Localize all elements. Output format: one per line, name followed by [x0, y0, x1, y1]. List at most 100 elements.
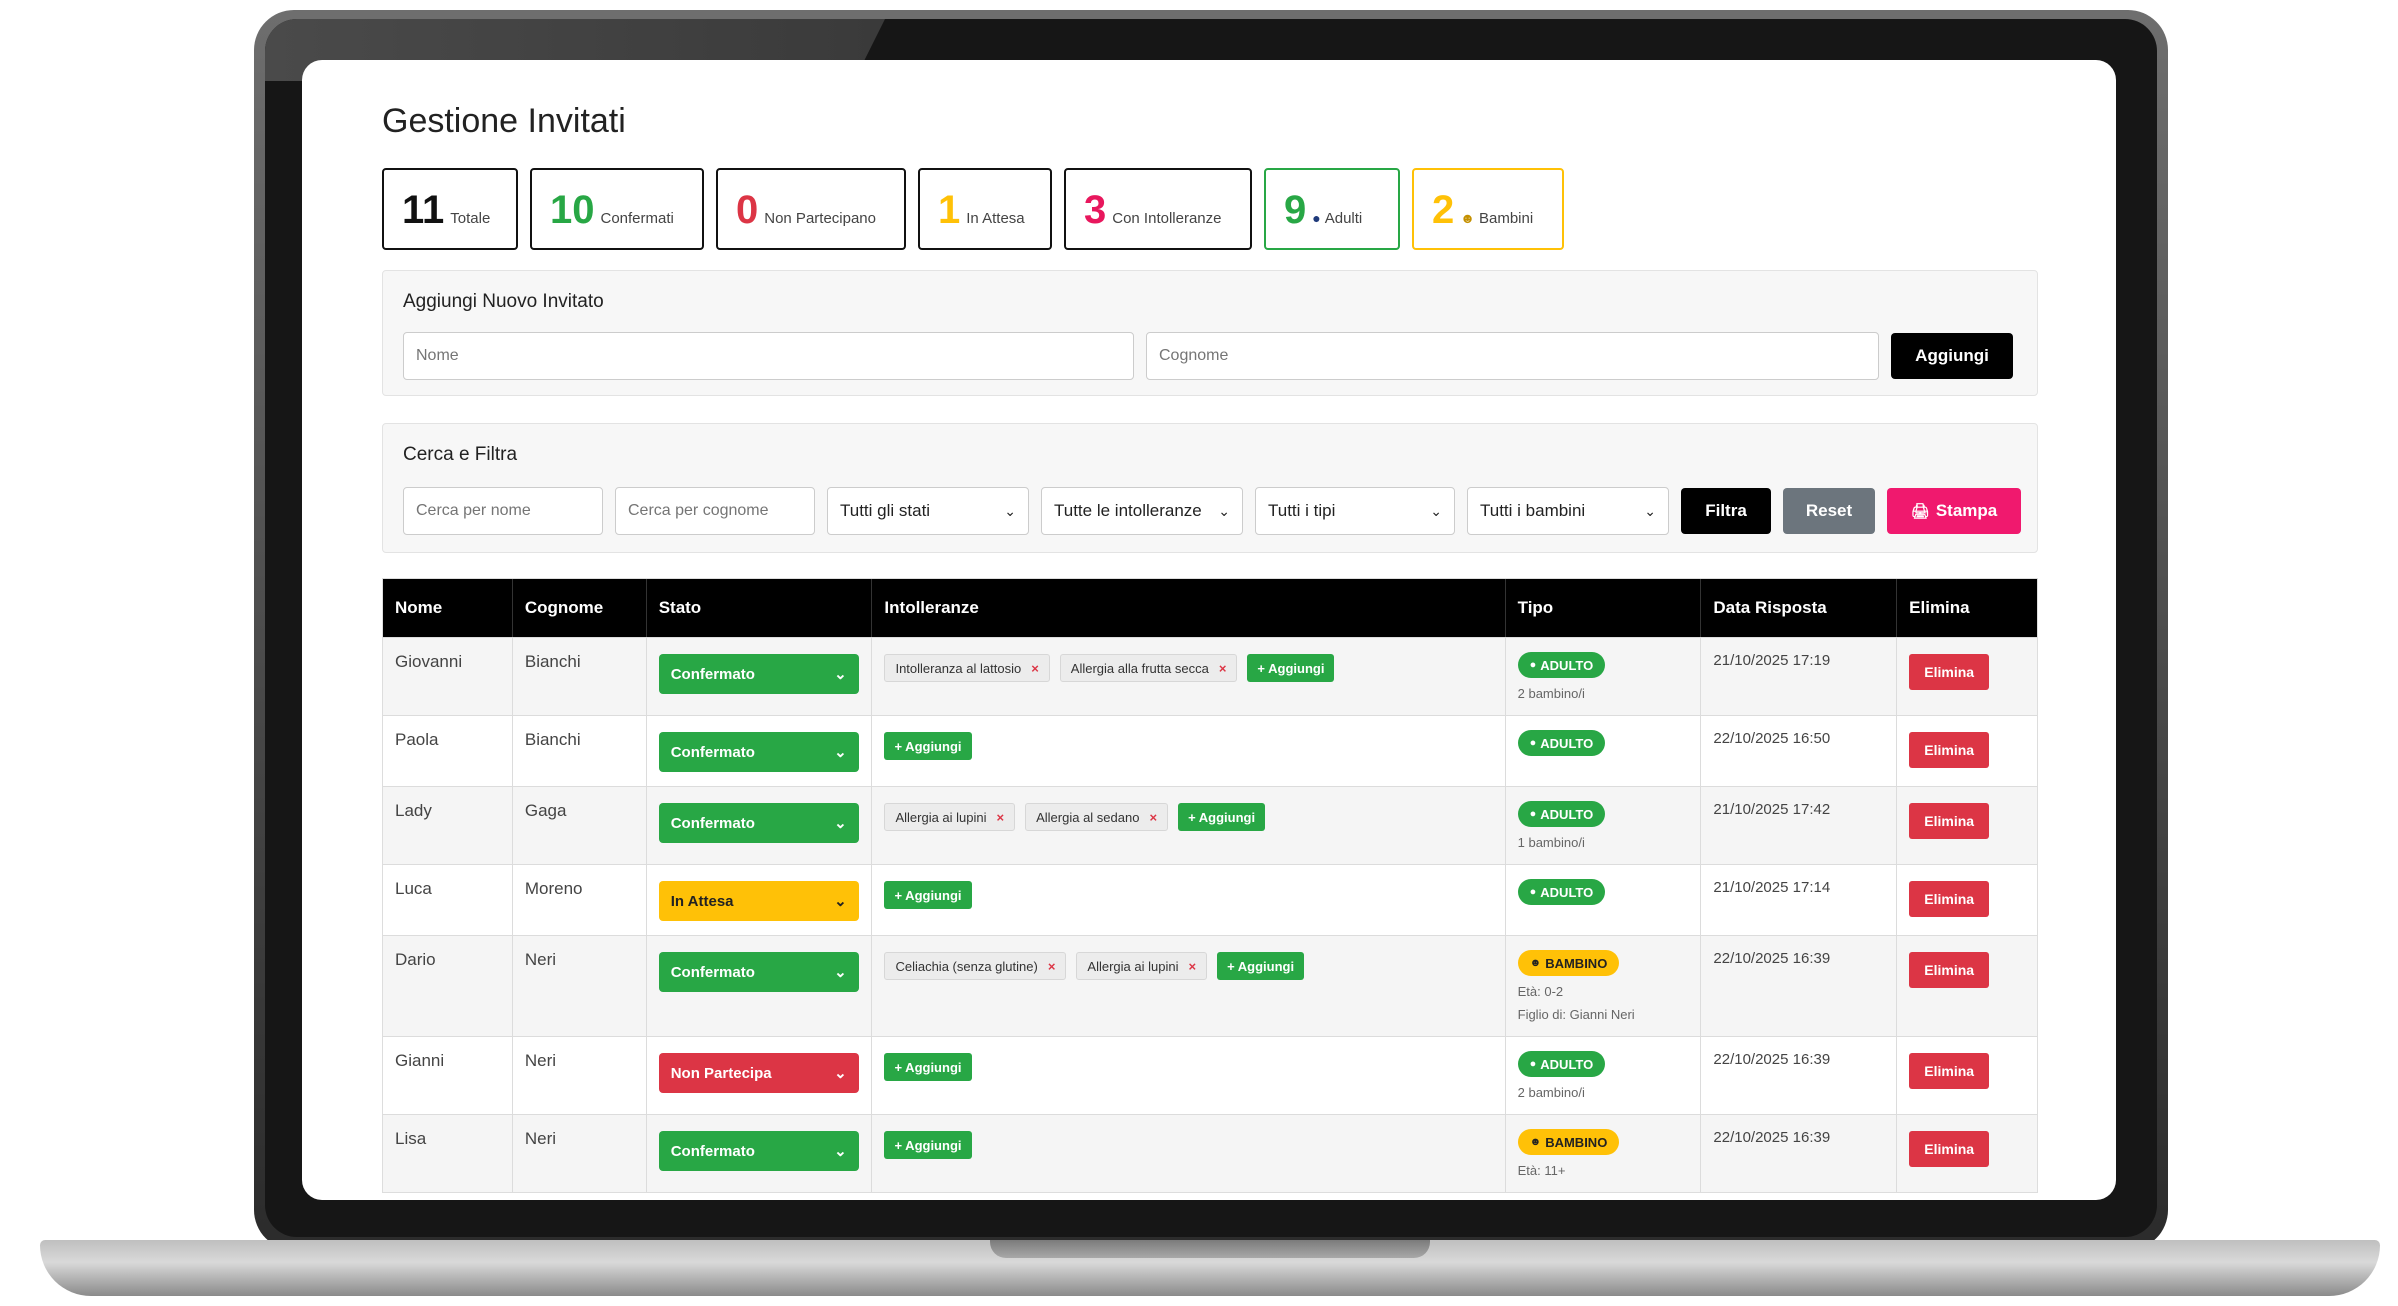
stampa-button[interactable]: 🖨 Stampa: [1887, 488, 2021, 534]
tipo-badge: ● ADULTO: [1517, 652, 1606, 678]
chevron-down-icon: ⌄: [1218, 502, 1230, 519]
intolerance-tag-label: Allergia ai lupini: [895, 809, 987, 825]
add-intolerance-button[interactable]: + Aggiungi: [884, 1053, 972, 1081]
stato-select[interactable]: Confermato ⌄: [658, 1131, 859, 1171]
stat-number: 2: [1432, 188, 1455, 232]
remove-tag-icon[interactable]: ×: [1188, 959, 1196, 974]
tipo-label: ADULTO: [1540, 735, 1594, 751]
cell-tipo: ● ADULTO: [1506, 716, 1702, 786]
guest-info: Figlio di: Gianni Neri: [1517, 1007, 1635, 1022]
tipo-badge: ● ADULTO: [1517, 879, 1606, 905]
delete-button[interactable]: Elimina: [1909, 803, 1990, 839]
cell-data: 22/10/2025 16:39: [1701, 1037, 1898, 1114]
filter-panel: Cerca e Filtra Tutti gli stati ⌄ Tutte le…: [382, 423, 2038, 553]
stat-label: Confermati: [600, 210, 674, 227]
intolerance-tag-label: Allergia alla frutta secca: [1070, 660, 1209, 676]
cell-elimina: Elimina: [1897, 716, 2037, 786]
intolerance-tag: Celiachia (senza glutine) ×: [884, 952, 1067, 980]
add-guest-title: Aggiungi Nuovo Invitato: [403, 291, 604, 312]
cell-intolleranze: + Aggiungi: [872, 1037, 1506, 1114]
remove-tag-icon[interactable]: ×: [1219, 661, 1227, 676]
cell-cognome: Neri: [513, 1115, 647, 1192]
stat-number: 10: [550, 188, 595, 232]
add-guest-button[interactable]: Aggiungi: [1891, 333, 2013, 379]
guest-info: 2 bambino/i: [1517, 686, 1585, 701]
search-nome-input[interactable]: [403, 487, 603, 535]
filtra-button[interactable]: Filtra: [1681, 488, 1771, 534]
stat-label: Non Partecipano: [764, 210, 876, 227]
cell-stato: Confermato ⌄: [647, 716, 873, 786]
column-header: Cognome: [513, 579, 647, 637]
tipo-badge: ● ADULTO: [1517, 801, 1606, 827]
stat-number: 3: [1084, 188, 1107, 232]
cell-elimina: Elimina: [1897, 787, 2037, 864]
delete-button[interactable]: Elimina: [1909, 881, 1990, 917]
intolerance-tag: Allergia alla frutta secca ×: [1059, 654, 1238, 682]
person-icon: ●: [1529, 737, 1537, 749]
printer-icon: 🖨: [1910, 503, 1930, 520]
stato-filter-select[interactable]: Tutti gli stati ⌄: [827, 487, 1029, 535]
cell-nome: Luca: [383, 865, 513, 935]
stato-select[interactable]: Confermato ⌄: [658, 803, 859, 843]
delete-button[interactable]: Elimina: [1909, 1053, 1990, 1089]
cell-nome: Gianni: [383, 1037, 513, 1114]
delete-button[interactable]: Elimina: [1909, 952, 1990, 988]
add-intolerance-button[interactable]: + Aggiungi: [884, 732, 972, 760]
cell-data: 22/10/2025 16:39: [1701, 936, 1898, 1036]
stato-select[interactable]: Confermato ⌄: [658, 654, 859, 694]
baby-icon: ☻: [1529, 957, 1542, 969]
intolleranze-filter-select[interactable]: Tutte le intolleranze ⌄: [1041, 487, 1243, 535]
stato-select[interactable]: Confermato ⌄: [658, 732, 859, 772]
intolerance-tag-label: Allergia al sedano: [1036, 809, 1140, 825]
stato-select[interactable]: In Attesa ⌄: [658, 881, 859, 921]
column-header: Intolleranze: [872, 579, 1506, 637]
cell-data: 21/10/2025 17:19: [1701, 638, 1898, 715]
tipo-label: ADULTO: [1540, 884, 1594, 900]
intolerance-tag: Intolleranza al lattosio ×: [884, 654, 1050, 682]
cell-tipo: ● ADULTO 2 bambino/i: [1506, 638, 1702, 715]
table-row: Paola Bianchi Confermato ⌄ + Aggiungi ● ADULTO…: [383, 715, 2037, 786]
delete-button[interactable]: Elimina: [1909, 654, 1990, 690]
add-intolerance-button[interactable]: + Aggiungi: [1247, 654, 1335, 682]
delete-button[interactable]: Elimina: [1909, 732, 1990, 768]
search-cognome-input[interactable]: [615, 487, 815, 535]
intolerance-tag-label: Allergia ai lupini: [1087, 958, 1179, 974]
cell-intolleranze: + Aggiungi: [872, 865, 1506, 935]
cell-cognome: Moreno: [513, 865, 647, 935]
add-intolerance-button[interactable]: + Aggiungi: [1217, 952, 1305, 980]
delete-button[interactable]: Elimina: [1909, 1131, 1990, 1167]
cell-stato: Non Partecipa ⌄: [647, 1037, 873, 1114]
tipo-label: BAMBINO: [1545, 955, 1608, 971]
stato-value: Confermato: [670, 814, 755, 832]
cell-cognome: Bianchi: [513, 716, 647, 786]
cell-nome: Giovanni: [383, 638, 513, 715]
cognome-input[interactable]: [1146, 332, 1879, 380]
remove-tag-icon[interactable]: ×: [1031, 661, 1039, 676]
stato-select[interactable]: Confermato ⌄: [658, 952, 859, 992]
remove-tag-icon[interactable]: ×: [1048, 959, 1056, 974]
chevron-down-icon: ⌄: [1644, 502, 1656, 519]
remove-tag-icon[interactable]: ×: [1149, 810, 1157, 825]
remove-tag-icon[interactable]: ×: [997, 810, 1005, 825]
cell-nome: Lady: [383, 787, 513, 864]
cell-elimina: Elimina: [1897, 1115, 2037, 1192]
cell-data: 21/10/2025 17:42: [1701, 787, 1898, 864]
tipo-badge: ☻ BAMBINO: [1517, 950, 1620, 976]
cell-intolleranze: + Aggiungi: [872, 716, 1506, 786]
add-intolerance-button[interactable]: + Aggiungi: [884, 881, 972, 909]
laptop-notch: [990, 1240, 1430, 1258]
add-intolerance-button[interactable]: + Aggiungi: [1178, 803, 1266, 831]
stato-select[interactable]: Non Partecipa ⌄: [658, 1053, 859, 1093]
reset-button[interactable]: Reset: [1783, 488, 1875, 534]
table-body: Giovanni Bianchi Confermato ⌄ Intolleranza a…: [383, 637, 2037, 1192]
nome-input[interactable]: [403, 332, 1134, 380]
bambini-filter-select[interactable]: Tutti i bambini ⌄: [1467, 487, 1669, 535]
tipo-filter-select[interactable]: Tutti i tipi ⌄: [1255, 487, 1455, 535]
add-intolerance-button[interactable]: + Aggiungi: [884, 1131, 972, 1159]
cell-intolleranze: Allergia ai lupini × Allergia al sedano × + …: [872, 787, 1506, 864]
chevron-down-icon: ⌄: [1430, 502, 1442, 519]
chevron-down-icon: ⌄: [834, 744, 847, 761]
table-header: Nome Cognome Stato Intolleranze Tipo Data Ris…: [383, 579, 2037, 637]
cell-intolleranze: + Aggiungi: [872, 1115, 1506, 1192]
stat-label: Bambini: [1478, 210, 1534, 227]
